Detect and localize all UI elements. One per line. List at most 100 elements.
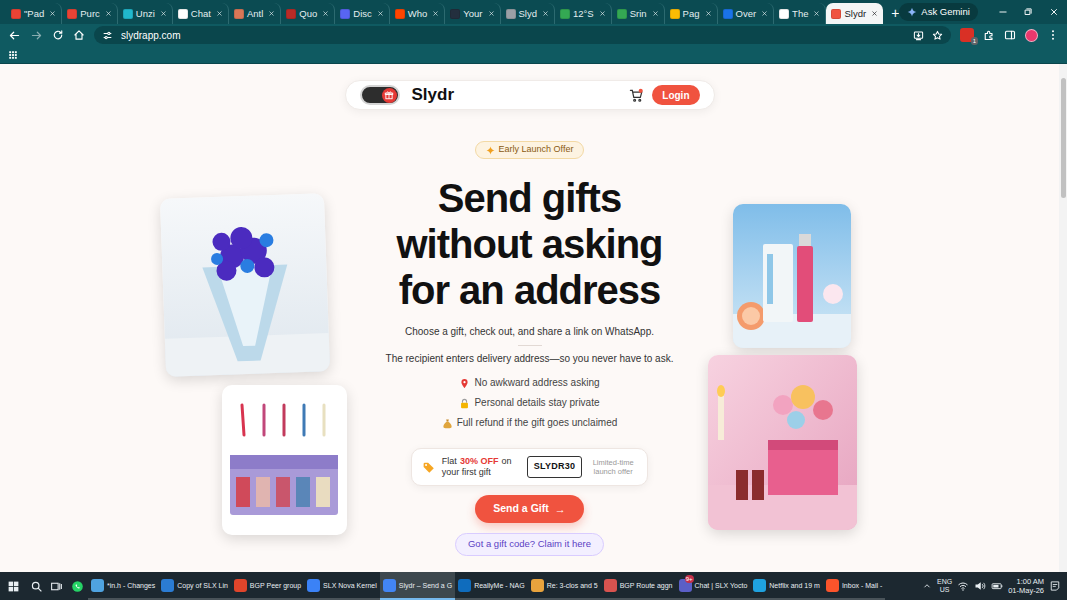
window-control[interactable]	[1016, 0, 1042, 24]
app-icon	[383, 579, 396, 592]
close-icon[interactable]	[488, 10, 495, 17]
offer-card: Flat30% OFFon your first giftSLYDR30Limi…	[411, 448, 648, 486]
cart-icon[interactable]	[629, 88, 644, 103]
app-icon	[531, 579, 544, 592]
taskbar-app[interactable]: BGP Route aggn	[601, 572, 676, 600]
taskbar-button[interactable]	[66, 572, 88, 600]
ask-gemini-button[interactable]: Ask Gemini	[899, 3, 978, 21]
side-panel-icon[interactable]	[1004, 29, 1016, 41]
close-icon[interactable]	[761, 10, 768, 17]
apps-grid-icon[interactable]	[8, 50, 18, 60]
taskbar-button[interactable]	[46, 572, 66, 600]
browser-tab[interactable]: Your	[445, 3, 500, 24]
address-text[interactable]: slydrapp.com	[121, 28, 180, 43]
taskbar-app[interactable]: Inbox - Mail -	[823, 572, 885, 600]
chevron-up-icon[interactable]	[922, 581, 932, 591]
login-button[interactable]: Login	[652, 85, 699, 105]
close-icon[interactable]	[322, 10, 329, 17]
headline-line: without asking	[397, 221, 663, 267]
taskbar-app[interactable]: BGP Peer group	[231, 572, 304, 600]
browser-tab[interactable]: Antl	[229, 3, 281, 24]
install-icon[interactable]	[913, 30, 924, 41]
logo-toggle-icon[interactable]	[360, 85, 400, 105]
page: SlydrLoginEarly Launch OfferSend giftswi…	[0, 64, 1059, 572]
browser-tab[interactable]: Pag	[665, 3, 718, 24]
taskbar-app[interactable]: Re: 3-clos and 5	[528, 572, 601, 600]
taskbar-app[interactable]: ReallyMe - NAG	[455, 572, 528, 600]
app-label: Copy of SLX Lin	[177, 581, 228, 590]
battery-icon[interactable]	[991, 580, 1003, 592]
logo-knob	[382, 88, 397, 103]
browser-tab[interactable]: Unzi	[118, 3, 173, 24]
claim-gift-button[interactable]: Got a gift code? Claim it here	[455, 533, 604, 556]
send-gift-button[interactable]: Send a Gift→	[475, 495, 583, 523]
forward-arrow-icon[interactable]	[30, 29, 43, 42]
scrollbar-thumb[interactable]	[1061, 78, 1066, 198]
extensions-puzzle-icon[interactable]	[983, 29, 995, 41]
language-indicator[interactable]: ENGUS	[937, 578, 952, 594]
browser-tab[interactable]: 12°S	[555, 3, 612, 24]
taskbar-button[interactable]	[0, 572, 26, 600]
browser-tab[interactable]: Slyd	[501, 3, 555, 24]
new-tab-button[interactable]: +	[891, 6, 899, 20]
speaker-icon[interactable]	[974, 580, 986, 592]
scrollbar[interactable]	[1059, 64, 1067, 572]
close-icon[interactable]	[49, 10, 56, 17]
window-control[interactable]	[1041, 0, 1067, 24]
browser-tab[interactable]: Who	[390, 3, 446, 24]
taskbar-app[interactable]: *in.h - Changes	[88, 572, 158, 600]
taskbar-app[interactable]: Netflix and 19 m	[750, 572, 823, 600]
browser-tab[interactable]: Srin	[612, 3, 665, 24]
close-icon[interactable]	[432, 10, 439, 17]
close-icon[interactable]	[705, 10, 712, 17]
close-icon[interactable]	[268, 10, 275, 17]
close-icon[interactable]	[599, 10, 606, 17]
taskbar-app[interactable]: 9+Chat | SLX Yocto	[676, 572, 751, 600]
extension-icon[interactable]: 1	[960, 28, 974, 42]
browser-tab[interactable]: Slydr	[826, 3, 883, 24]
browser-tab[interactable]: Purc	[62, 3, 118, 24]
logo-text[interactable]: Slydr	[412, 82, 455, 108]
search-icon	[30, 580, 43, 593]
browser-tab[interactable]: "Pad	[6, 3, 62, 24]
browser-tab[interactable]: Over	[718, 3, 775, 24]
close-icon[interactable]	[105, 10, 112, 17]
close-icon[interactable]	[216, 10, 223, 17]
browser-tab[interactable]: Disc	[335, 3, 389, 24]
app-icon	[604, 579, 617, 592]
browser-tab[interactable]: Chat	[173, 3, 229, 24]
site-info-icon[interactable]	[102, 30, 113, 41]
menu-dots-icon[interactable]	[1047, 29, 1059, 41]
app-label: SLX Nova Kernel	[323, 581, 377, 590]
close-icon[interactable]	[377, 10, 384, 17]
home-icon[interactable]	[73, 29, 85, 41]
intro-text: The recipient enters delivery address—so…	[386, 352, 674, 366]
wifi-icon[interactable]	[957, 580, 969, 592]
taskbar-app[interactable]: Copy of SLX Lin	[158, 572, 231, 600]
close-icon[interactable]	[871, 10, 878, 17]
window-control[interactable]	[990, 0, 1016, 24]
profile-avatar-icon[interactable]	[1025, 29, 1038, 42]
taskbar-app[interactable]: Slydr – Send a G	[380, 572, 455, 600]
close-icon[interactable]	[542, 10, 549, 17]
reload-icon[interactable]	[52, 29, 64, 41]
feature-item: Full refund if the gift goes unclaimed	[442, 416, 618, 430]
close-icon[interactable]	[160, 10, 167, 17]
browser-tab[interactable]: The	[774, 3, 826, 24]
notifications-icon[interactable]	[1049, 580, 1061, 592]
taskbar-app[interactable]: SLX Nova Kernel	[304, 572, 380, 600]
money-bag-icon	[442, 418, 453, 429]
clock[interactable]: 1:00 AM01-May-26	[1008, 577, 1044, 595]
coupon-code[interactable]: SLYDR30	[527, 456, 582, 478]
close-icon[interactable]	[652, 10, 659, 17]
favicon-icon	[506, 9, 516, 19]
bookmark-star-icon[interactable]	[932, 30, 943, 41]
address-bar[interactable]: slydrapp.com	[94, 26, 951, 44]
taskbar-button[interactable]	[26, 572, 46, 600]
app-label: Chat | SLX Yocto	[695, 581, 748, 590]
close-icon[interactable]	[813, 10, 820, 17]
browser-tab[interactable]: Quo	[281, 3, 335, 24]
bookmarks-bar	[0, 46, 1067, 64]
favicon-icon	[395, 9, 405, 19]
back-arrow-icon[interactable]	[8, 29, 21, 42]
